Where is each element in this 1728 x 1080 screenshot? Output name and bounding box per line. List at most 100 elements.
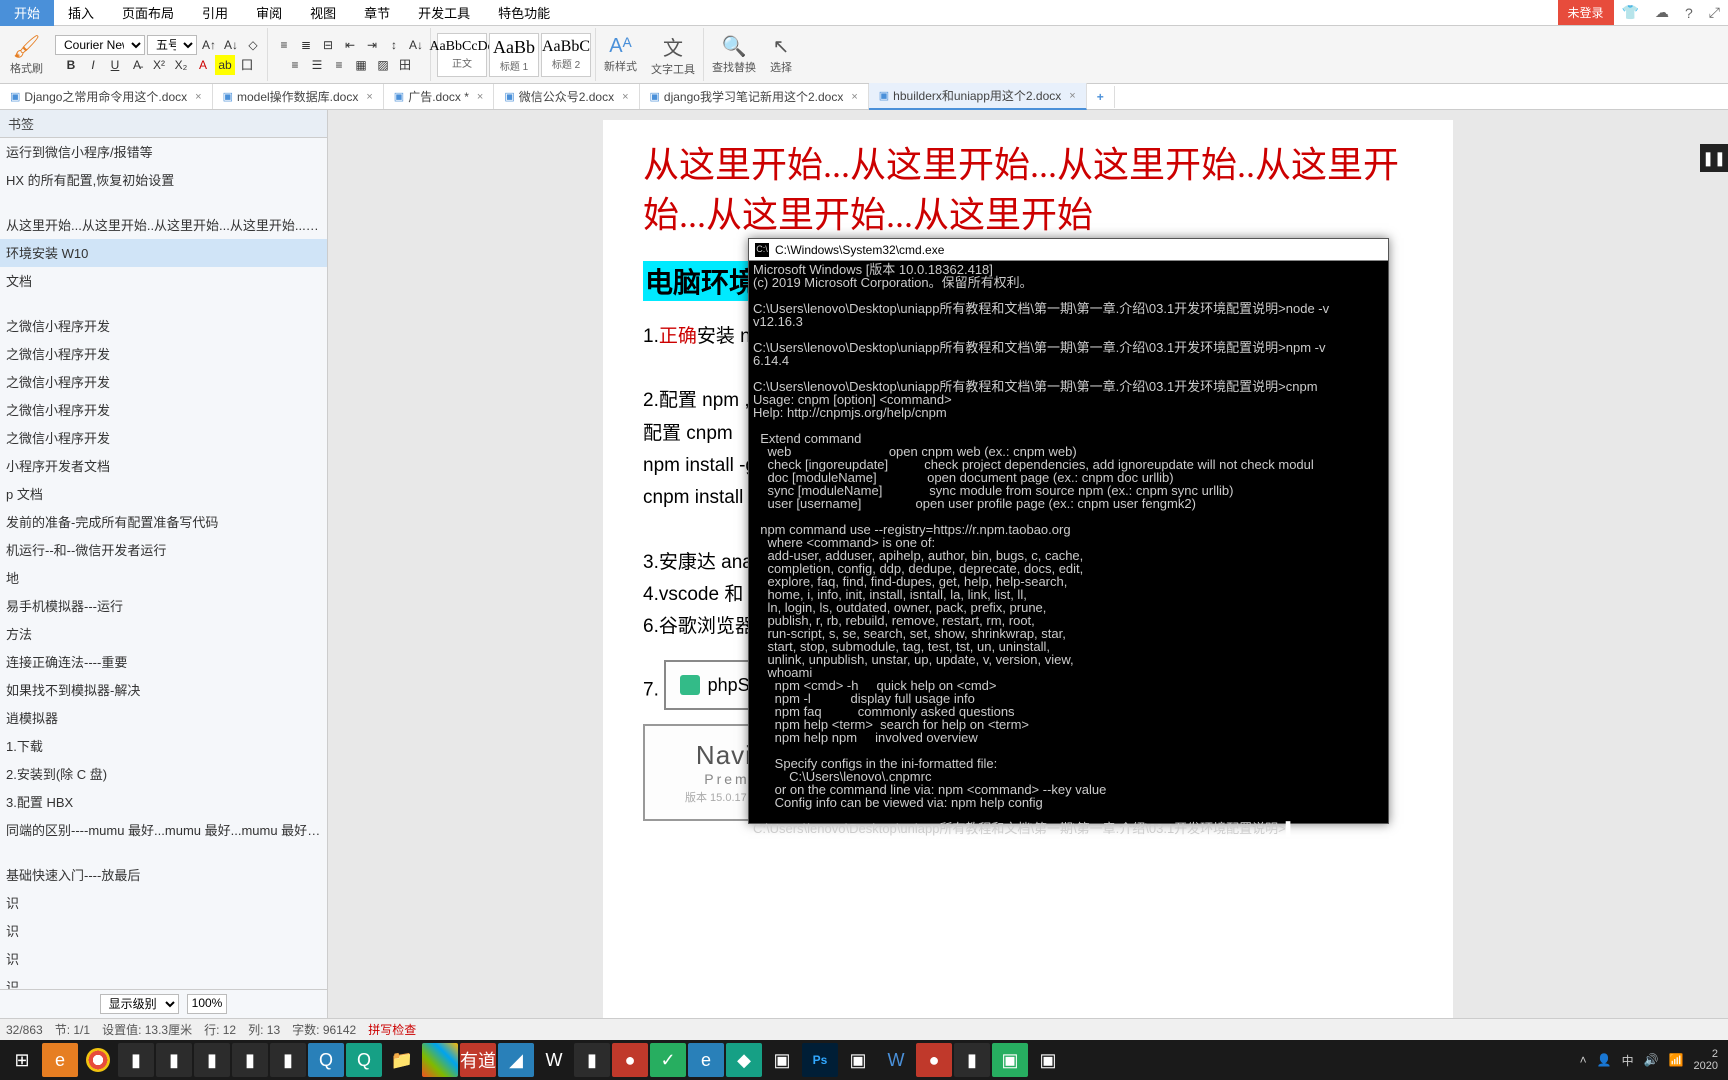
font-size-select[interactable]: 五号	[147, 35, 197, 55]
sidebar-item[interactable]: 识	[0, 917, 327, 945]
sidebar-item[interactable]: 3.配置 HBX	[0, 788, 327, 816]
tray-volume-icon[interactable]: 🔊	[1644, 1053, 1659, 1067]
taskbar-clock[interactable]: 2 2020	[1694, 1048, 1718, 1072]
italic-button[interactable]: I	[83, 55, 103, 75]
underline-button[interactable]: U	[105, 55, 125, 75]
sidebar-item[interactable]	[0, 844, 327, 861]
status-spell[interactable]: 拼写检查	[368, 1021, 416, 1038]
sidebar-item[interactable]: 基础快速入门----放最后	[0, 861, 327, 889]
style-h1[interactable]: AaBb标题 1	[489, 33, 539, 77]
align-right[interactable]: ≡	[329, 55, 349, 75]
doctab-0[interactable]: ▣Django之常用命令用这个.docx×	[0, 84, 213, 109]
edge-icon[interactable]: e	[688, 1043, 724, 1077]
app-icon-8[interactable]: ✓	[650, 1043, 686, 1077]
sidebar-item[interactable]: 运行到微信小程序/报错等	[0, 138, 327, 166]
char-border-button[interactable]: 囗	[237, 55, 257, 75]
app-icon-9[interactable]: ◆	[726, 1043, 762, 1077]
shrink-font[interactable]: A↓	[221, 35, 241, 55]
qq-icon-2[interactable]: Q	[346, 1043, 382, 1077]
align-left[interactable]: ≡	[285, 55, 305, 75]
clear-format[interactable]: ◇	[243, 35, 263, 55]
select-button[interactable]: ↖选择	[764, 34, 798, 75]
superscript-button[interactable]: X²	[149, 55, 169, 75]
ime-indicator[interactable]: 中	[1622, 1052, 1634, 1069]
terminal-icon-5[interactable]: ▮	[270, 1043, 306, 1077]
style-h2[interactable]: AaBbC标题 2	[541, 33, 591, 77]
vscode-icon[interactable]: ◢	[498, 1043, 534, 1077]
cloud-icon[interactable]: ☁	[1647, 0, 1677, 25]
sidebar-item[interactable]: 从这里开始...从这里开始..从这里开始...从这里开始...从这里开	[0, 211, 327, 239]
sidebar-item[interactable]: 之微信小程序开发	[0, 312, 327, 340]
sidebar-item[interactable]: 1.下载	[0, 732, 327, 760]
wps-word-icon[interactable]: W	[878, 1043, 914, 1077]
help-icon[interactable]: ?	[1677, 1, 1701, 25]
bold-button[interactable]: B	[61, 55, 81, 75]
sidebar-item[interactable]: 机运行--和--微信开发者运行	[0, 536, 327, 564]
close-icon[interactable]: ×	[366, 91, 372, 103]
number-list[interactable]: ≣	[296, 35, 316, 55]
close-icon[interactable]: ×	[1069, 90, 1075, 102]
menu-tab-insert[interactable]: 插入	[54, 0, 108, 26]
app-icon-13[interactable]: ▣	[992, 1043, 1028, 1077]
sort-button[interactable]: A↓	[406, 35, 426, 55]
sidebar-list[interactable]: 运行到微信小程序/报错等HX 的所有配置,恢复初始设置从这里开始...从这里开始…	[0, 138, 327, 989]
folder-icon[interactable]: 📁	[384, 1043, 420, 1077]
sidebar-item[interactable]: 地	[0, 564, 327, 592]
sidebar-item[interactable]	[0, 295, 327, 312]
sidebar-item[interactable]: 之微信小程序开发	[0, 396, 327, 424]
app-icon-12[interactable]: ●	[916, 1043, 952, 1077]
sidebar-item[interactable]: 易手机模拟器---运行	[0, 592, 327, 620]
doctab-add[interactable]: +	[1087, 86, 1115, 108]
sidebar-item[interactable]: 同端的区别----mumu 最好...mumu 最好...mumu 最好...m…	[0, 816, 327, 844]
tray-wifi-icon[interactable]: 📶	[1669, 1053, 1684, 1067]
style-normal[interactable]: AaBbCcDd正文	[437, 33, 487, 77]
text-tools[interactable]: 文文字工具	[645, 32, 701, 77]
level-select[interactable]: 显示级别	[100, 994, 179, 1014]
sidebar-item[interactable]: 识	[0, 945, 327, 973]
strike-button[interactable]: A̵	[127, 55, 147, 75]
app-icon-7[interactable]: ●	[612, 1043, 648, 1077]
menu-tab-section[interactable]: 章节	[350, 0, 404, 26]
terminal-icon-4[interactable]: ▮	[232, 1043, 268, 1077]
menu-tab-layout[interactable]: 页面布局	[108, 0, 188, 26]
close-icon[interactable]: ×	[622, 91, 628, 103]
sidebar-item[interactable]: 之微信小程序开发	[0, 424, 327, 452]
doctab-5[interactable]: ▣hbuilderx和uniapp用这个2.docx×	[869, 83, 1087, 110]
format-brush[interactable]: 🖌 格式刷	[4, 34, 49, 76]
sidebar-item[interactable]: 连接正确连法----重要	[0, 648, 327, 676]
terminal-icon-3[interactable]: ▮	[194, 1043, 230, 1077]
new-style[interactable]: Aᴬ新样式	[598, 35, 643, 74]
close-icon[interactable]: ×	[477, 91, 483, 103]
sidebar-item[interactable]: 文档	[0, 267, 327, 295]
ms-icon[interactable]	[422, 1043, 458, 1077]
doctab-3[interactable]: ▣微信公众号2.docx×	[494, 84, 639, 109]
photoshop-icon[interactable]: Ps	[802, 1043, 838, 1077]
youdao-icon[interactable]: 有道	[460, 1043, 496, 1077]
menu-tab-view[interactable]: 视图	[296, 0, 350, 26]
align-justify[interactable]: ▦	[351, 55, 371, 75]
subscript-button[interactable]: X₂	[171, 55, 191, 75]
sidebar-item[interactable]	[0, 194, 327, 211]
cmd-window[interactable]: C:\ C:\Windows\System32\cmd.exe Microsof…	[748, 238, 1389, 824]
wps-icon[interactable]: W	[536, 1043, 572, 1077]
menu-tab-review[interactable]: 审阅	[242, 0, 296, 26]
sidebar-item[interactable]: 环境安装 W10	[0, 239, 327, 267]
indent-dec[interactable]: ⇤	[340, 35, 360, 55]
minimize-ribbon-icon[interactable]: ⤢	[1701, 0, 1728, 25]
sidebar-item[interactable]: 方法	[0, 620, 327, 648]
line-spacing[interactable]: ↕	[384, 35, 404, 55]
menu-tab-reference[interactable]: 引用	[188, 0, 242, 26]
terminal-icon[interactable]: ▮	[118, 1043, 154, 1077]
indent-inc[interactable]: ⇥	[362, 35, 382, 55]
bullet-list[interactable]: ≡	[274, 35, 294, 55]
border-button[interactable]: 田	[395, 55, 415, 75]
sidebar-zoom[interactable]: 100%	[187, 994, 228, 1014]
sidebar-item[interactable]: 如果找不到模拟器-解决	[0, 676, 327, 704]
cmd-taskbar-icon[interactable]: ▮	[954, 1043, 990, 1077]
sidebar-item[interactable]: 识	[0, 973, 327, 989]
task-view-icon[interactable]: ⊞	[4, 1043, 40, 1077]
sidebar-item[interactable]: 之微信小程序开发	[0, 368, 327, 396]
pause-icon[interactable]: ❚❚	[1700, 144, 1728, 172]
sidebar-item[interactable]: 2.安装到(除 C 盘)	[0, 760, 327, 788]
close-icon[interactable]: ×	[195, 91, 201, 103]
